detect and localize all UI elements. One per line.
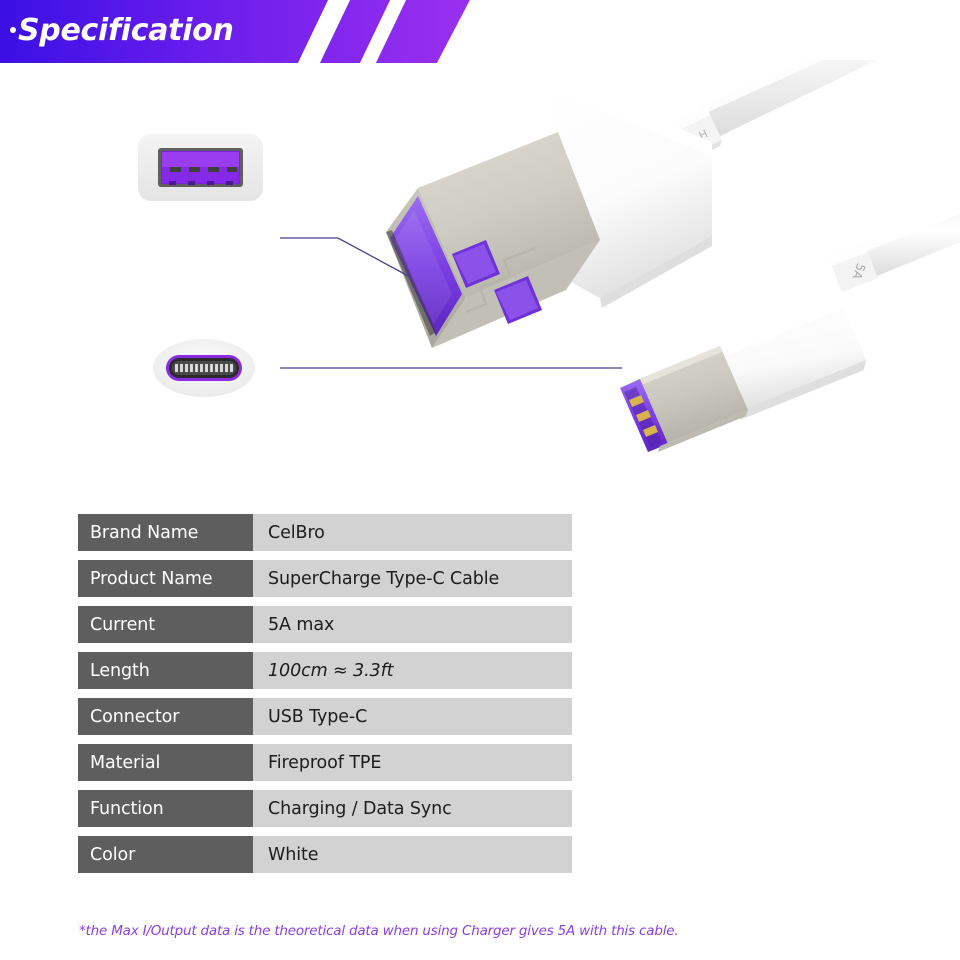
spec-value: Charging / Data Sync — [253, 790, 572, 827]
product-photo: H 5A — [0, 60, 960, 500]
usb-c-plug — [620, 298, 866, 452]
spec-value: Fireproof TPE — [253, 744, 572, 781]
cable-right: 5A — [828, 206, 960, 292]
spec-value: SuperCharge Type-C Cable — [253, 560, 572, 597]
usb-a-plug — [386, 78, 712, 348]
spec-value: 5A max — [253, 606, 572, 643]
footnote-text: *the Max I/Output data is the theoretica… — [79, 923, 679, 939]
spec-label: Color — [78, 836, 253, 873]
spec-label: Product Name — [78, 560, 253, 597]
specification-table: Brand Name CelBro Product Name SuperChar… — [78, 514, 572, 882]
table-row: Brand Name CelBro — [78, 514, 572, 551]
spec-value: White — [253, 836, 572, 873]
spec-label: Material — [78, 744, 253, 781]
header-bullet-icon — [10, 27, 16, 33]
spec-value: CelBro — [253, 514, 572, 551]
spec-value: 100cm ≈ 3.3ft — [253, 652, 572, 689]
page-title: Specification — [18, 13, 234, 48]
spec-label: Brand Name — [78, 514, 253, 551]
callout-usb-a-port — [138, 134, 263, 201]
header-banner: Specification — [0, 0, 470, 63]
spec-label: Connector — [78, 698, 253, 735]
table-row: Length 100cm ≈ 3.3ft — [78, 652, 572, 689]
table-row: Function Charging / Data Sync — [78, 790, 572, 827]
table-row: Connector USB Type-C — [78, 698, 572, 735]
table-row: Current 5A max — [78, 606, 572, 643]
spec-label: Function — [78, 790, 253, 827]
callout-usb-c-port — [152, 338, 256, 398]
table-row: Product Name SuperCharge Type-C Cable — [78, 560, 572, 597]
spec-label: Current — [78, 606, 253, 643]
table-row: Material Fireproof TPE — [78, 744, 572, 781]
spec-value: USB Type-C — [253, 698, 572, 735]
table-row: Color White — [78, 836, 572, 873]
spec-label: Length — [78, 652, 253, 689]
cable-upper: H — [672, 60, 878, 163]
